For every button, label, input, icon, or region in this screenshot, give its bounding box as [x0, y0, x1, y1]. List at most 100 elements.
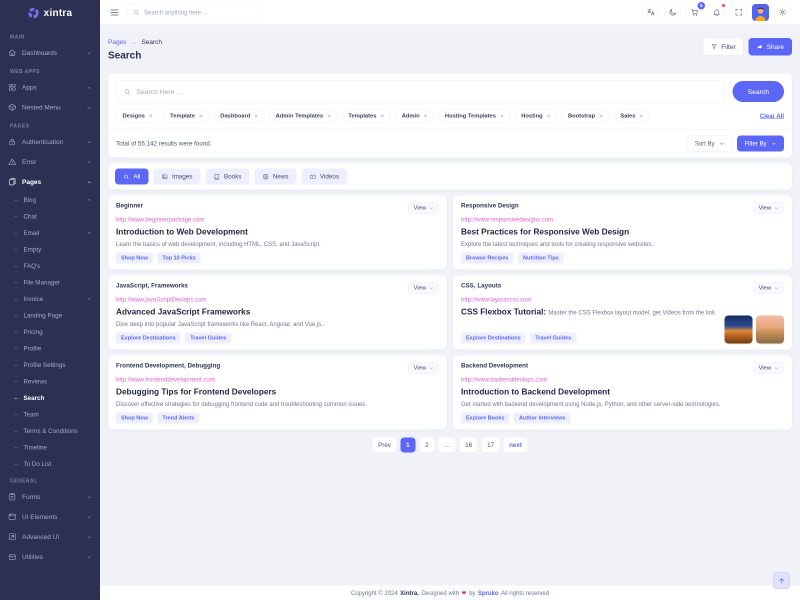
tab-videos[interactable]: Videos	[301, 169, 347, 185]
sidebar-subitem-to-do-list[interactable]: To Do List	[0, 456, 100, 473]
pagination-prev-button[interactable]: Prev	[373, 438, 397, 453]
fullscreen-button[interactable]	[730, 4, 747, 21]
sidebar-subitem-profile[interactable]: Profile	[0, 340, 100, 357]
search-submit-button[interactable]: Search	[733, 81, 784, 102]
pagination-page-2[interactable]: 2	[419, 438, 434, 453]
tab-all[interactable]: All	[115, 169, 148, 185]
cart-button[interactable]: 5	[686, 4, 703, 21]
sidebar-subitem-landing-page[interactable]: Landing Page	[0, 307, 100, 324]
result-badge[interactable]: Shop Now	[116, 413, 153, 424]
result-badge[interactable]: Author Interviews	[514, 413, 570, 424]
filter-button[interactable]: Filter	[703, 38, 743, 56]
sidebar-item-pages[interactable]: Pages	[0, 172, 100, 192]
result-url-link[interactable]: http://www.frontenddevelopment.com	[116, 376, 215, 383]
thumbnail-image-desert-night[interactable]	[725, 316, 753, 344]
remove-chip-icon[interactable]: ×	[639, 113, 643, 120]
sidebar-item-error[interactable]: Error	[0, 152, 100, 172]
result-badge[interactable]: Browse Recipes	[461, 253, 513, 264]
sidebar-subitem-search[interactable]: Search	[0, 390, 100, 407]
filter-chip[interactable]: Sales×	[614, 109, 650, 123]
view-dropdown-button[interactable]: View	[753, 282, 784, 294]
filter-chip[interactable]: Bootstrap×	[561, 109, 609, 123]
sort-by-button[interactable]: Sort By	[687, 136, 732, 152]
user-avatar[interactable]	[752, 4, 769, 21]
remove-chip-icon[interactable]: ×	[424, 113, 428, 120]
filter-chip[interactable]: Admin Templates×	[269, 109, 337, 123]
sidebar-item-apps[interactable]: Apps	[0, 77, 100, 97]
filter-by-button[interactable]: Filter By	[737, 136, 784, 152]
pagination-page-16[interactable]: 16	[460, 438, 478, 453]
settings-button[interactable]	[774, 4, 791, 21]
result-badge[interactable]: Explore Destinations	[116, 333, 181, 344]
breadcrumb-pages-link[interactable]: Pages	[108, 38, 126, 46]
translate-button[interactable]	[642, 4, 659, 21]
sidebar-item-advanced-ui[interactable]: Advanced UI	[0, 527, 100, 547]
sidebar-subitem-faq-s[interactable]: FAQ's	[0, 258, 100, 275]
sidebar-item-nested-menu[interactable]: Nested Menu	[0, 97, 100, 117]
result-url-link[interactable]: http://www.javaScriptDevlops.com	[116, 296, 206, 303]
result-url-link[interactable]: http://www.responsivedesigns.com	[461, 216, 553, 223]
pagination-next-button[interactable]: next	[504, 438, 528, 453]
view-dropdown-button[interactable]: View	[408, 362, 439, 374]
result-badge[interactable]: Travel Guides	[530, 333, 576, 344]
result-badge[interactable]: Shop Now	[116, 253, 153, 264]
sidebar-item-authentication[interactable]: Authentication	[0, 132, 100, 152]
sidebar-item-utilities[interactable]: Utilities	[0, 547, 100, 567]
filter-chip[interactable]: Dashboard×	[214, 109, 265, 123]
sidebar-subitem-timeline[interactable]: Timeline	[0, 439, 100, 456]
filter-chip[interactable]: Hosting Templates×	[438, 109, 510, 123]
remove-chip-icon[interactable]: ×	[149, 113, 153, 120]
remove-chip-icon[interactable]: ×	[327, 113, 331, 120]
view-dropdown-button[interactable]: View	[408, 282, 439, 294]
view-dropdown-button[interactable]: View	[753, 362, 784, 374]
sidebar-subitem-pricing[interactable]: Pricing	[0, 324, 100, 341]
dark-mode-button[interactable]	[664, 4, 681, 21]
remove-chip-icon[interactable]: ×	[380, 113, 384, 120]
topbar-search-input[interactable]	[144, 9, 253, 16]
sidebar-subitem-profile-settings[interactable]: Profile Settings	[0, 357, 100, 374]
results-search-input[interactable]	[137, 88, 718, 96]
notifications-button[interactable]	[708, 4, 725, 21]
results-search-box[interactable]	[116, 81, 725, 103]
result-badge[interactable]: Explore Destinations	[461, 333, 526, 344]
sidebar-subitem-reviews[interactable]: Reviews	[0, 373, 100, 390]
sidebar-subitem-empty[interactable]: Empty	[0, 241, 100, 258]
filter-chip[interactable]: Template×	[164, 109, 210, 123]
sidebar-subitem-invoice[interactable]: Invoice	[0, 291, 100, 308]
scroll-to-top-button[interactable]	[773, 572, 790, 589]
brand-logo[interactable]: xintra	[0, 0, 100, 26]
result-url-link[interactable]: http://www.backenddevlops.com	[461, 376, 547, 383]
sidebar-subitem-email[interactable]: Email	[0, 225, 100, 242]
clear-all-link[interactable]: Clear All	[760, 112, 784, 119]
view-dropdown-button[interactable]: View	[753, 202, 784, 214]
sidebar-subitem-blog[interactable]: Blog	[0, 192, 100, 209]
share-button[interactable]: Share	[749, 38, 792, 56]
thumbnail-image-desert-day[interactable]	[756, 316, 784, 344]
pagination-page-1[interactable]: 1	[400, 438, 415, 453]
filter-chip[interactable]: Templates×	[342, 109, 391, 123]
filter-chip[interactable]: Hosting×	[515, 109, 557, 123]
filter-chip[interactable]: Designs×	[116, 109, 159, 123]
filter-chip[interactable]: Admin×	[395, 109, 434, 123]
topbar-search[interactable]	[127, 4, 259, 21]
tab-news[interactable]: News	[254, 169, 296, 185]
result-badge[interactable]: Explore Books	[461, 413, 510, 424]
sidebar-item-forms[interactable]: Forms	[0, 487, 100, 507]
sidebar-subitem-file-manager[interactable]: File Manager	[0, 274, 100, 291]
view-dropdown-button[interactable]: View	[408, 202, 439, 214]
sidebar-item-ui-elements[interactable]: UI Elements	[0, 507, 100, 527]
remove-chip-icon[interactable]: ×	[254, 113, 258, 120]
remove-chip-icon[interactable]: ×	[500, 113, 504, 120]
result-badge[interactable]: Nutrition Tips	[518, 253, 564, 264]
remove-chip-icon[interactable]: ×	[599, 113, 603, 120]
pagination-page-17[interactable]: 17	[482, 438, 500, 453]
remove-chip-icon[interactable]: ×	[547, 113, 551, 120]
sidebar-item-dashboards[interactable]: Dashboards	[0, 43, 100, 63]
footer-designer-link[interactable]: Spruko	[478, 589, 499, 596]
remove-chip-icon[interactable]: ×	[199, 113, 203, 120]
result-badge[interactable]: Trend Alerts	[157, 413, 199, 424]
tab-images[interactable]: Images	[153, 169, 200, 185]
result-badge[interactable]: Top 10 Picks	[157, 253, 200, 264]
sidebar-subitem-team[interactable]: Team	[0, 406, 100, 423]
hamburger-menu-icon[interactable]	[109, 7, 120, 18]
